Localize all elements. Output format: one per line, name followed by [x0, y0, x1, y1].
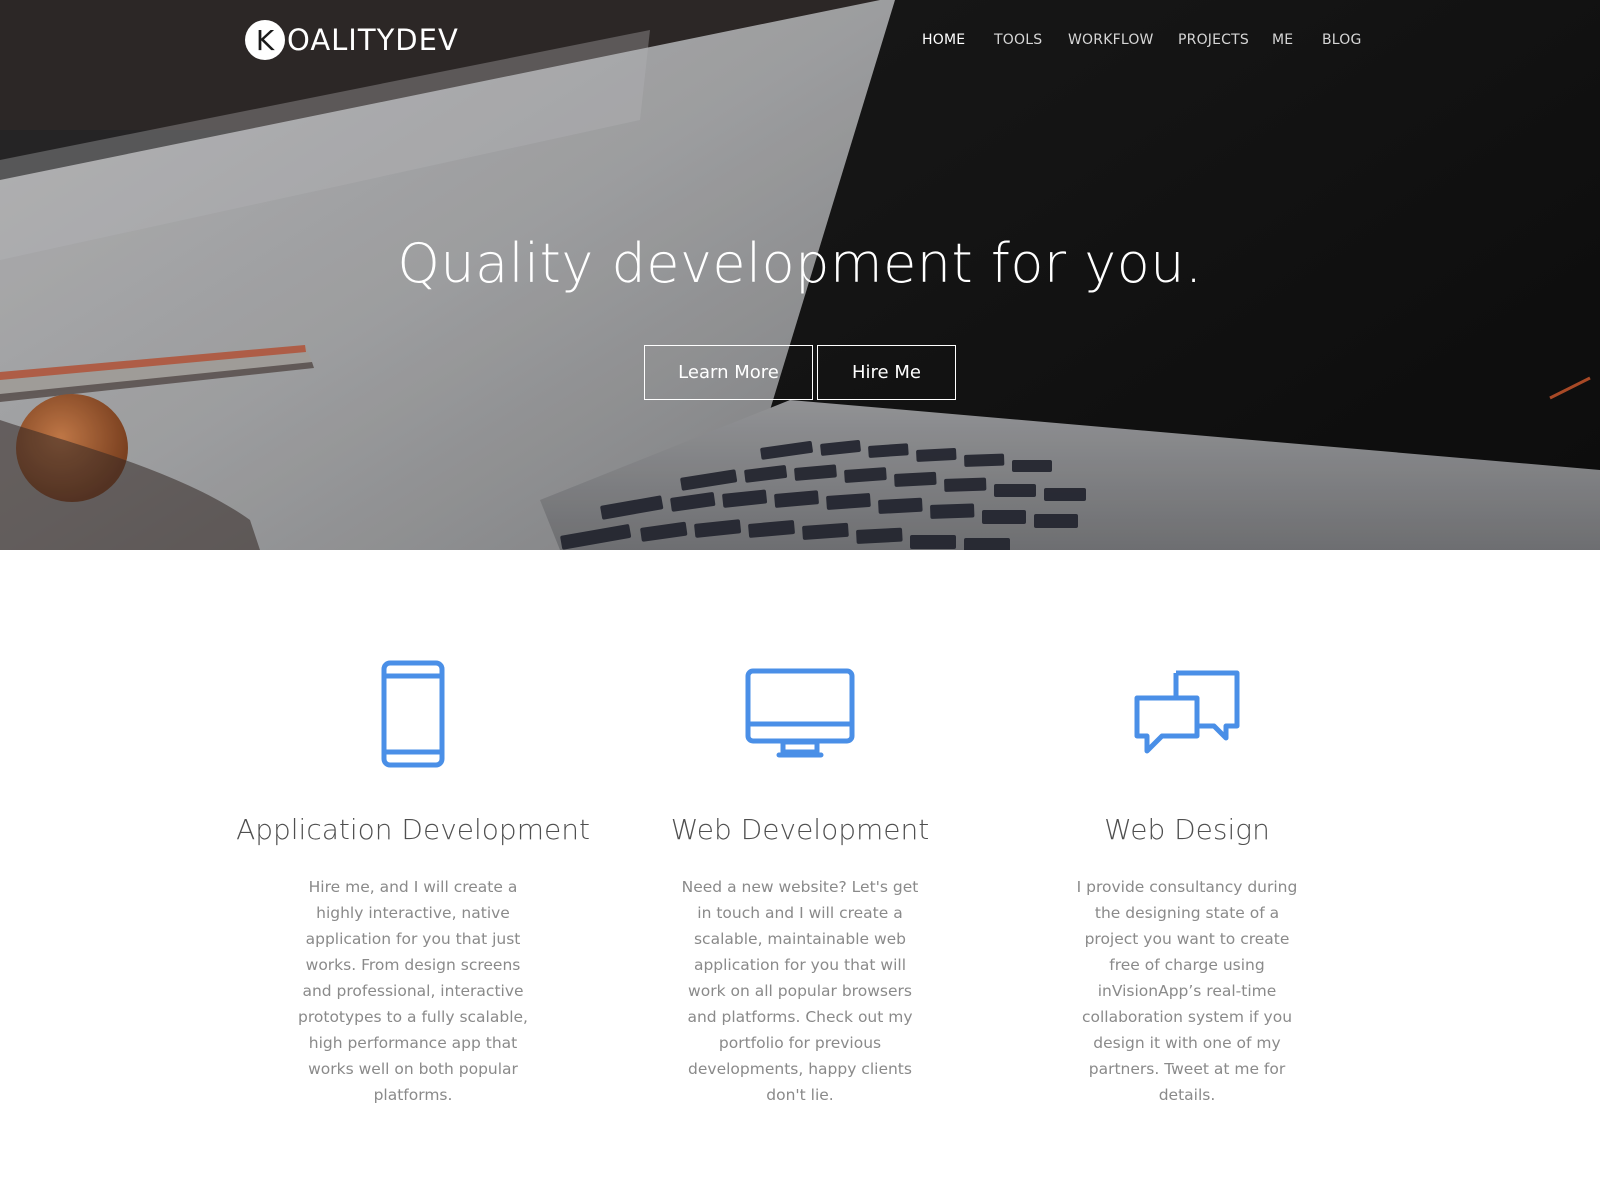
service-title: Application Development	[236, 813, 590, 846]
nav-item-me[interactable]: ME	[1272, 30, 1293, 50]
service-description: Hire me, and I will create a highly inte…	[298, 878, 528, 1104]
learn-more-button[interactable]: Learn More	[644, 345, 813, 400]
hire-me-button[interactable]: Hire Me	[817, 345, 956, 400]
service-description: Need a new website? Let's get in touch a…	[681, 878, 919, 1104]
nav-item-home[interactable]: HOME	[922, 30, 965, 50]
nav-item-blog[interactable]: BLOG	[1322, 30, 1362, 50]
main-nav: HOME TOOLS WORKFLOW PROJECTS ME BLOG	[0, 30, 1600, 50]
hero-headline: Quality development for you.	[397, 232, 1203, 295]
service-title: Web Development	[670, 813, 930, 846]
hero-section: K OALITYDEV HOME TOOLS WORKFLOW PROJECTS…	[0, 0, 1600, 550]
nav-item-workflow[interactable]: WORKFLOW	[1068, 30, 1154, 50]
service-description: I provide consultancy during the designi…	[1076, 878, 1298, 1104]
desktop-monitor-icon	[745, 668, 855, 758]
nav-item-tools[interactable]: TOOLS	[994, 30, 1042, 50]
mobile-phone-icon	[381, 660, 445, 768]
chat-bubbles-icon	[1134, 670, 1240, 754]
nav-item-projects[interactable]: PROJECTS	[1178, 30, 1249, 50]
service-title: Web Design	[1104, 813, 1270, 846]
